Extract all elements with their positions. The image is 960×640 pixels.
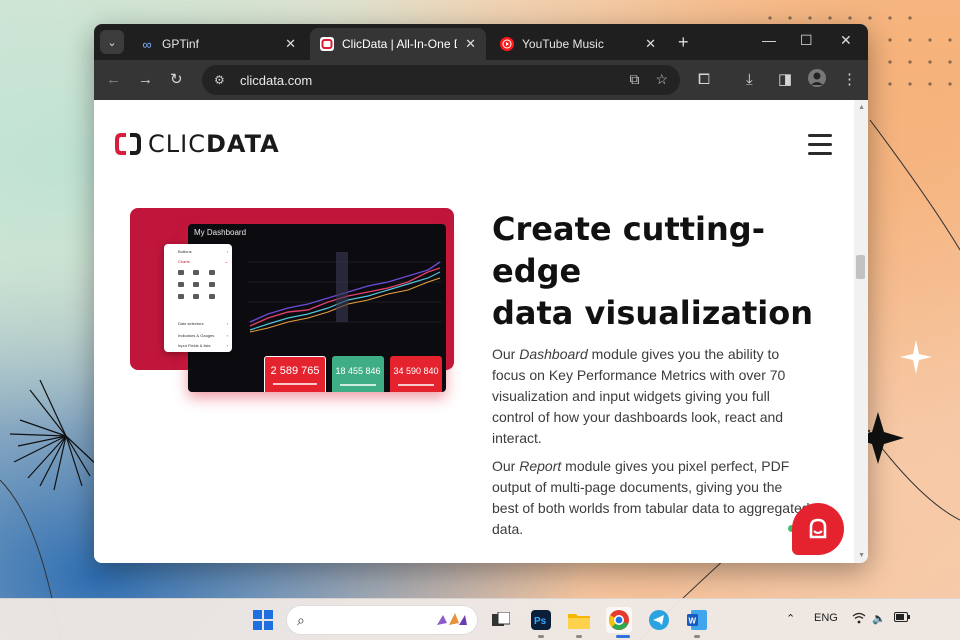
dashboard-line-chart: [248, 252, 442, 333]
kpi-card-green: 18 455 846: [332, 356, 384, 392]
clicdata-favicon: [320, 37, 334, 51]
menu-row: Date selectors ›: [178, 320, 228, 326]
site-header: CLICDATA: [94, 100, 854, 188]
hamburger-menu-icon[interactable]: [808, 134, 832, 161]
telegram-icon[interactable]: [646, 607, 672, 633]
volume-icon[interactable]: 🔈: [872, 612, 886, 625]
hero-headline: Create cutting- edge data visualization: [492, 208, 822, 334]
word-icon[interactable]: W: [684, 607, 710, 633]
close-icon[interactable]: ✕: [645, 36, 656, 52]
dashboard-paragraph: Our Dashboard module gives you the abili…: [492, 346, 786, 446]
browser-toolbar: ← → ↻ ⚙ clicdata.com ⧉ ☆ ⧠ ⤓ ◨ ⋮: [94, 60, 868, 100]
reload-icon[interactable]: ↻: [170, 70, 183, 90]
tab-title: YouTube Music: [522, 37, 604, 51]
logo-text: CLICDATA: [148, 130, 280, 158]
kpi-value: 34 590 840: [393, 366, 439, 376]
site-settings-icon[interactable]: ⚙: [214, 73, 230, 87]
tab-gptinf[interactable]: ∞ GPTinf ✕: [130, 28, 306, 60]
tab-clicdata[interactable]: ClicData | All-In-One Dat ✕: [310, 28, 486, 60]
close-icon[interactable]: ✕: [285, 36, 296, 52]
tab-title: GPTinf: [162, 37, 199, 51]
page-scrollbar[interactable]: ▲ ▼: [854, 100, 868, 563]
web-page: CLICDATA My Dashboard 2 589 765 18 455 8…: [94, 100, 854, 563]
back-arrow-icon[interactable]: ←: [106, 70, 121, 90]
headline-line: data visualization: [492, 294, 813, 332]
bookmark-star-icon[interactable]: ☆: [655, 71, 668, 88]
windows-taskbar: ⌕ Ps W ⌃ ENG 🔈: [0, 598, 960, 640]
tab-title: ClicData | All-In-One Dat: [342, 37, 457, 51]
tab-search-button[interactable]: ⌄: [100, 30, 124, 54]
svg-text:W: W: [689, 617, 697, 626]
widget-menu-preview: Buttons › Charts ⌄ Date selectors › Indicat…: [164, 244, 232, 352]
menu-row: Buttons ›: [178, 248, 228, 254]
logo-text-data: DATA: [205, 130, 280, 158]
side-panel-icon[interactable]: ◨: [778, 70, 792, 90]
logo-mark-icon: [114, 132, 144, 156]
svg-text:Ps: Ps: [534, 616, 547, 627]
download-icon[interactable]: ⤓: [746, 70, 753, 90]
scroll-down-arrow-icon[interactable]: ▼: [858, 552, 865, 559]
infinity-icon: ∞: [142, 36, 152, 52]
menu-row: Indicators & Gauges ›: [178, 332, 228, 338]
browser-window: ⌄ ∞ GPTinf ✕ ClicData | All-In-One Dat ✕…: [94, 24, 868, 563]
clicdata-logo[interactable]: CLICDATA: [114, 130, 280, 158]
tab-youtube-music[interactable]: YouTube Music ✕: [490, 28, 666, 60]
headline-line: edge: [492, 252, 582, 290]
language-indicator[interactable]: ENG: [814, 612, 838, 624]
search-icon: ⌕: [297, 611, 305, 628]
extensions-icon[interactable]: ⧠: [698, 70, 710, 90]
search-highlight-icon: [433, 611, 469, 632]
headline-line: Create cutting-: [492, 210, 765, 248]
profile-avatar[interactable]: [808, 69, 826, 93]
kpi-value: 18 455 846: [335, 366, 381, 376]
menu-row: Input Fields & lists ›: [178, 342, 228, 348]
report-paragraph: Our Report module gives you pixel perfec…: [492, 458, 810, 537]
close-window-icon[interactable]: ✕: [840, 32, 852, 49]
chat-icon: [809, 518, 827, 539]
translate-icon[interactable]: ⧉: [629, 71, 639, 88]
hero-section: My Dashboard 2 589 765 18 455 846 34 590…: [94, 188, 854, 563]
battery-icon[interactable]: [894, 612, 910, 625]
maximize-icon[interactable]: ☐: [800, 32, 813, 49]
task-view-icon[interactable]: [488, 607, 514, 633]
menu-row: Charts ⌄: [178, 258, 228, 264]
new-tab-plus-icon[interactable]: +: [678, 32, 689, 53]
logo-text-clic: CLIC: [148, 130, 206, 158]
kpi-card-red-2: 34 590 840: [390, 356, 442, 392]
file-explorer-icon[interactable]: [566, 607, 592, 633]
forward-arrow-icon[interactable]: →: [138, 70, 153, 90]
chevron-up-icon[interactable]: ⌃: [786, 612, 795, 625]
kpi-card-red: 2 589 765: [264, 356, 326, 392]
photoshop-icon[interactable]: Ps: [528, 607, 554, 633]
chat-widget-button[interactable]: [792, 503, 844, 555]
taskbar-search[interactable]: ⌕: [286, 605, 478, 635]
tab-strip: ⌄ ∞ GPTinf ✕ ClicData | All-In-One Dat ✕…: [94, 24, 868, 60]
minimize-icon[interactable]: —: [762, 32, 776, 48]
windows-start-icon[interactable]: [250, 607, 276, 633]
chrome-icon[interactable]: [606, 607, 632, 633]
dashboard-title: My Dashboard: [194, 228, 247, 237]
kpi-value: 2 589 765: [270, 365, 320, 377]
scroll-thumb[interactable]: [856, 255, 865, 279]
wifi-icon[interactable]: [852, 612, 866, 627]
youtube-music-icon: [500, 37, 514, 51]
address-bar[interactable]: ⚙ clicdata.com ⧉ ☆: [202, 65, 680, 95]
url-text: clicdata.com: [240, 72, 313, 88]
chevron-down-icon: ⌄: [107, 36, 117, 49]
widget-icon-grid: [178, 270, 224, 299]
scroll-up-arrow-icon[interactable]: ▲: [858, 104, 865, 111]
more-menu-icon[interactable]: ⋮: [842, 70, 857, 90]
close-icon[interactable]: ✕: [465, 36, 476, 52]
